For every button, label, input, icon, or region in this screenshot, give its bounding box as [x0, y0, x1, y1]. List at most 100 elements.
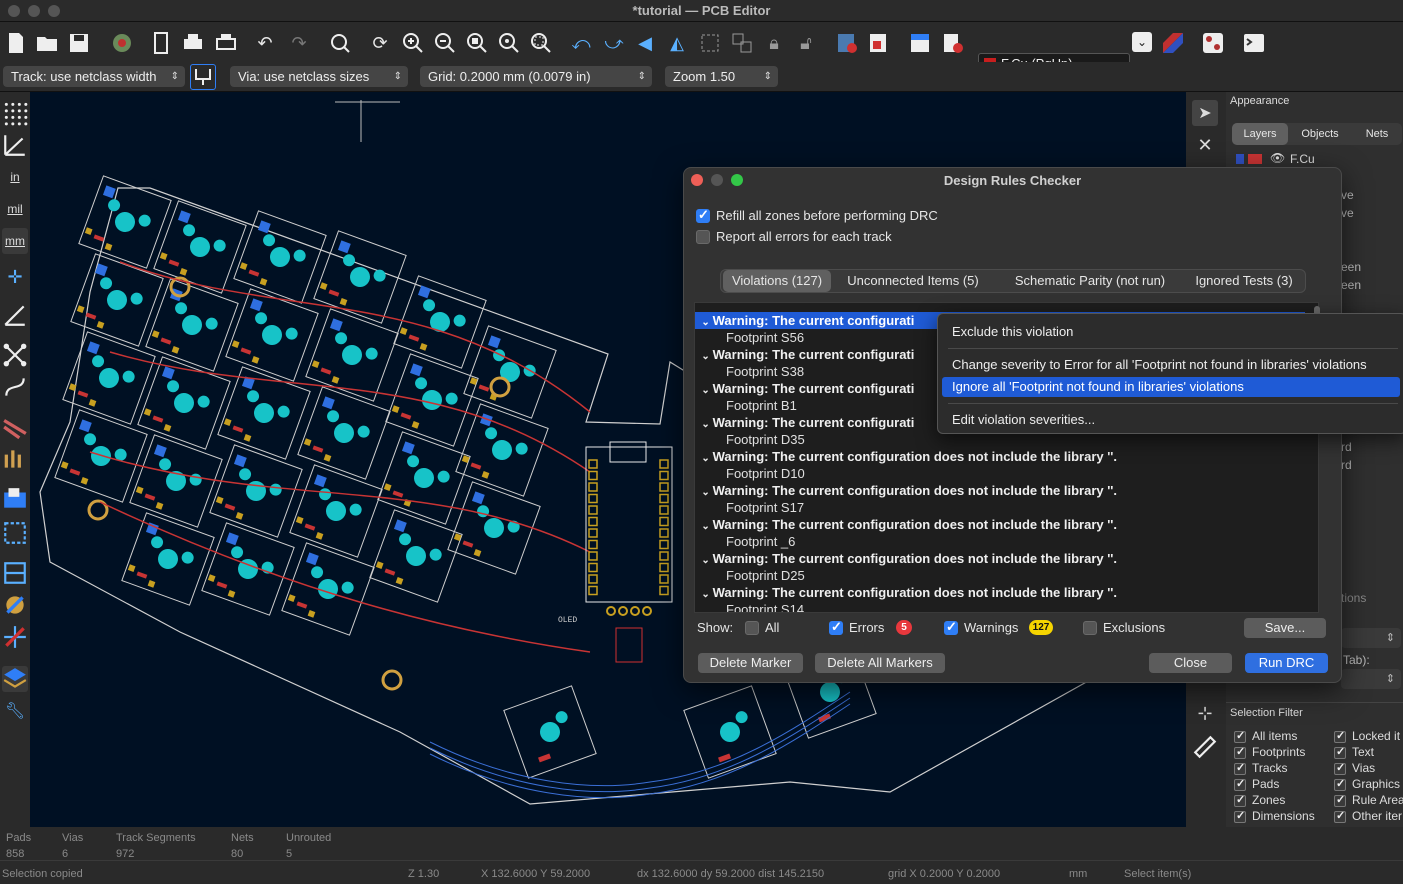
mirror-vertical-icon[interactable]: ◀: [632, 30, 658, 56]
selection-filter-checkbox[interactable]: [1234, 761, 1246, 775]
units-inch-button[interactable]: in: [2, 164, 28, 190]
filter-all-checkbox[interactable]: [745, 621, 759, 635]
close-button[interactable]: Close: [1149, 653, 1232, 673]
board-setup-icon[interactable]: [109, 30, 135, 56]
chevron-down-icon[interactable]: ⌄: [699, 586, 713, 601]
ungroup-icon[interactable]: [729, 30, 755, 56]
delete-marker-button[interactable]: Delete Marker: [698, 653, 803, 673]
report-all-errors-checkbox[interactable]: [696, 230, 710, 244]
selection-filter-checkbox[interactable]: [1334, 777, 1346, 791]
menu-item-exclude[interactable]: Exclude this violation: [942, 322, 1400, 342]
undo-icon[interactable]: ↶: [252, 30, 278, 56]
high-contrast-icon[interactable]: [2, 624, 28, 650]
polar-coords-icon[interactable]: [2, 132, 28, 158]
run-drc-button[interactable]: Run DRC: [1245, 653, 1328, 673]
netlist-icon[interactable]: [907, 30, 933, 56]
ratsnest-icon[interactable]: [2, 342, 28, 368]
redraw-icon[interactable]: ⟳: [367, 30, 393, 56]
violation-row[interactable]: ⌄ Warning: The current configuration does…: [695, 584, 1305, 601]
selection-filter-checkbox[interactable]: [1234, 777, 1246, 791]
chevron-down-icon[interactable]: ⌄: [699, 450, 713, 465]
selection-filter-checkbox[interactable]: [1334, 729, 1346, 743]
measure-ruler-icon[interactable]: [1192, 734, 1218, 760]
chevron-down-icon[interactable]: ⌄: [699, 484, 713, 499]
select-arrow-icon[interactable]: ➤: [1192, 100, 1218, 126]
grid-select[interactable]: Grid: 0.2000 mm (0.0079 in) ⇕: [420, 66, 652, 87]
zoom-fit-icon[interactable]: [464, 30, 490, 56]
mirror-horizontal-icon[interactable]: ◭: [664, 30, 690, 56]
angle-snap-icon[interactable]: [2, 302, 28, 328]
zone-fill-icon[interactable]: [2, 560, 28, 586]
open-folder-icon[interactable]: [34, 30, 60, 56]
plot-icon[interactable]: [213, 30, 239, 56]
lock-icon[interactable]: 🔒︎: [761, 30, 787, 56]
grid-toggle-icon[interactable]: [2, 100, 28, 126]
rotate-cw-icon[interactable]: ⤻: [601, 30, 627, 56]
violation-item-row[interactable]: Footprint D25: [695, 567, 1305, 584]
chevron-down-icon[interactable]: ⌄: [699, 314, 713, 329]
selection-filter-checkbox[interactable]: [1234, 809, 1246, 823]
menu-item-edit-severities[interactable]: Edit violation severities...: [942, 410, 1400, 430]
zoom-selection-icon[interactable]: [528, 30, 554, 56]
refill-zones-checkbox[interactable]: [696, 207, 710, 223]
rotate-ccw-icon[interactable]: ⤺: [568, 30, 594, 56]
properties-panel-icon[interactable]: 🔧︎: [2, 698, 28, 724]
tab-ignored-tests[interactable]: Ignored Tests (3): [1183, 270, 1305, 292]
violation-item-row[interactable]: Footprint _6: [695, 533, 1305, 550]
show-tracks-icon[interactable]: [2, 414, 28, 440]
zoom-out-icon[interactable]: [432, 30, 458, 56]
eye-icon[interactable]: 👁︎: [1270, 151, 1285, 165]
track-autosize-icon[interactable]: [190, 64, 216, 90]
curved-ratsnest-icon[interactable]: [2, 374, 28, 400]
footprint-browser-icon[interactable]: [866, 30, 892, 56]
delete-all-markers-button[interactable]: Delete All Markers: [815, 653, 945, 673]
tab-violations[interactable]: Violations (127): [723, 270, 831, 292]
tab-unconnected[interactable]: Unconnected Items (5): [837, 270, 989, 292]
scripting-console-icon[interactable]: [1241, 30, 1267, 56]
violation-row[interactable]: ⌄ Warning: The current configuration does…: [695, 482, 1305, 499]
drc-icon[interactable]: [940, 30, 966, 56]
cursor-shape-icon[interactable]: ✛: [2, 264, 28, 290]
zoom-select[interactable]: Zoom 1.50 ⇕: [665, 66, 778, 87]
layer-name-fcu[interactable]: F.Cu: [1290, 152, 1315, 166]
pad-display-icon[interactable]: [2, 592, 28, 618]
grid-origin-icon[interactable]: ⊹: [1192, 700, 1218, 726]
group-icon[interactable]: [697, 30, 723, 56]
selection-filter-checkbox[interactable]: [1334, 809, 1346, 823]
zones-icon[interactable]: [2, 486, 28, 512]
tab-schematic-parity[interactable]: Schematic Parity (not run): [997, 270, 1183, 292]
track-width-select[interactable]: Track: use netclass width ⇕: [3, 66, 185, 87]
units-mm-button[interactable]: mm: [2, 228, 28, 254]
save-icon[interactable]: [66, 30, 92, 56]
tab-objects[interactable]: Objects: [1292, 123, 1348, 145]
footprint-editor-icon[interactable]: [834, 30, 860, 56]
selection-filter-checkbox[interactable]: [1234, 745, 1246, 759]
filter-warnings-checkbox[interactable]: [944, 619, 958, 635]
show-vias-icon[interactable]: [2, 446, 28, 472]
chevron-down-icon[interactable]: ⌄: [699, 416, 713, 431]
unlock-icon[interactable]: 🔓︎: [793, 30, 819, 56]
chevron-down-icon[interactable]: ⌄: [699, 382, 713, 397]
print-icon[interactable]: [180, 30, 206, 56]
selection-filter-checkbox[interactable]: [1334, 761, 1346, 775]
route-icon[interactable]: [1200, 30, 1226, 56]
zone-outline-icon[interactable]: [2, 520, 28, 546]
menu-item-change-severity[interactable]: Change severity to Error for all 'Footpr…: [942, 355, 1400, 375]
selection-filter-checkbox[interactable]: [1234, 729, 1246, 743]
menu-item-ignore-all[interactable]: Ignore all 'Footprint not found in libra…: [942, 377, 1400, 397]
violation-item-row[interactable]: Footprint S17: [695, 499, 1305, 516]
layer-color-swatch[interactable]: [1248, 154, 1262, 164]
zoom-objects-icon[interactable]: [496, 30, 522, 56]
preset-select[interactable]: ⇕: [1341, 628, 1401, 648]
find-icon[interactable]: [327, 30, 353, 56]
violation-row[interactable]: ⌄ Warning: The current configuration does…: [695, 516, 1305, 533]
selection-filter-checkbox[interactable]: [1234, 793, 1246, 807]
violation-item-row[interactable]: Footprint S14: [695, 601, 1305, 612]
page-settings-icon[interactable]: [148, 30, 174, 56]
units-mil-button[interactable]: mil: [2, 196, 28, 222]
redo-icon[interactable]: ↷: [286, 30, 312, 56]
zoom-in-icon[interactable]: [400, 30, 426, 56]
tab-layers[interactable]: Layers: [1232, 123, 1288, 145]
violation-row[interactable]: ⌄ Warning: The current configuration does…: [695, 550, 1305, 567]
filter-exclusions-checkbox[interactable]: [1083, 621, 1097, 635]
